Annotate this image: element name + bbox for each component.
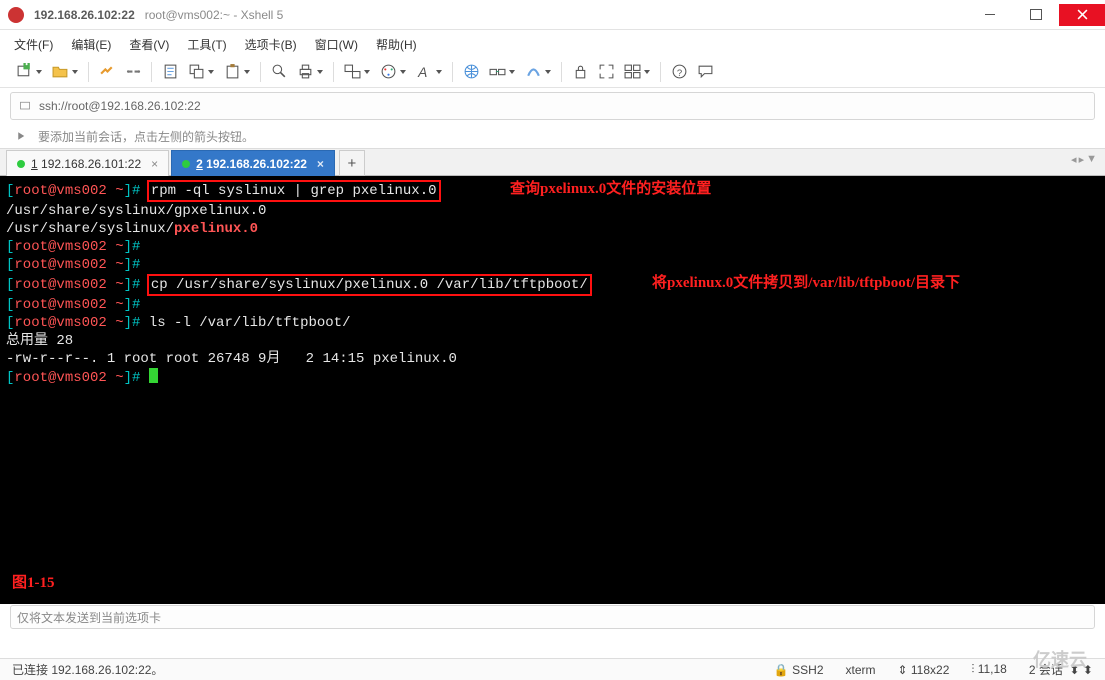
highlight-cmd-1: rpm -ql syslinux | grep pxelinux.0 [147, 180, 441, 202]
menu-help[interactable]: 帮助(H) [376, 36, 417, 53]
status-dot-icon [182, 160, 190, 168]
cursor-icon [149, 368, 158, 383]
send-placeholder: 仅将文本发送到当前选项卡 [17, 609, 161, 626]
close-tab-icon[interactable]: × [151, 157, 158, 171]
toolbar-divider [88, 62, 89, 82]
window-minimize-button[interactable] [967, 4, 1013, 26]
tab-label: 1 192.168.26.101:22 [31, 157, 141, 171]
terminal-output: /usr/share/syslinux/gpxelinux.0 [6, 202, 1099, 220]
toolbar-divider [660, 62, 661, 82]
properties-button[interactable] [158, 60, 182, 84]
lock-icon: 🔒 [774, 663, 789, 677]
menu-tabs[interactable]: 选项卡(B) [245, 36, 297, 53]
tunnel-button[interactable] [521, 60, 555, 84]
find-button[interactable] [267, 60, 291, 84]
toolbar-divider [151, 62, 152, 82]
address-text: ssh://root@192.168.26.102:22 [39, 99, 201, 113]
status-sessions: 2 会话 ⬍ ⬍ [1029, 661, 1093, 678]
screen-button[interactable] [340, 60, 374, 84]
status-dot-icon [17, 160, 25, 168]
terminal-output: /usr/share/syslinux/pxelinux.0 [6, 220, 1099, 238]
arrow-icon[interactable] [16, 130, 28, 142]
add-tab-button[interactable]: + [339, 150, 365, 176]
fullscreen-button[interactable] [594, 60, 618, 84]
menu-tools[interactable]: 工具(T) [187, 36, 226, 53]
hint-text: 要添加当前会话，点击左侧的箭头按钮。 [38, 128, 254, 145]
close-tab-icon[interactable]: × [317, 157, 324, 171]
tab-scroll-left-icon[interactable]: ◂ [1071, 153, 1077, 166]
status-bar: 已连接 192.168.26.102:22。 🔒 SSH2 xterm ⇕ 11… [0, 658, 1105, 680]
address-bar[interactable]: ssh://root@192.168.26.102:22 [10, 92, 1095, 120]
hint-bar: 要添加当前会话，点击左侧的箭头按钮。 [0, 124, 1105, 148]
disconnect-button[interactable] [121, 60, 145, 84]
tab-scroll-right-icon[interactable]: ▸ [1079, 153, 1085, 166]
open-session-button[interactable] [48, 60, 82, 84]
window-title-sub: root@vms002:~ - Xshell 5 [145, 8, 284, 22]
layout-button[interactable] [620, 60, 654, 84]
svg-text:A: A [417, 64, 427, 80]
menu-view[interactable]: 查看(V) [129, 36, 169, 53]
toolbar-divider [260, 62, 261, 82]
terminal-output: 总用量 28 [6, 332, 1099, 350]
window-close-button[interactable] [1059, 4, 1105, 26]
tab-menu-icon[interactable]: ▼ [1086, 153, 1097, 166]
ssh-icon [19, 100, 31, 112]
terminal-output: -rw-r--r--. 1 root root 26748 9月 2 14:15… [6, 350, 1099, 368]
terminal[interactable]: [root@vms002 ~]# rpm -ql syslinux | grep… [0, 176, 1105, 604]
session-tabs: 1 192.168.26.101:22 × 2 192.168.26.102:2… [0, 148, 1105, 176]
window-titlebar: 192.168.26.102:22 root@vms002:~ - Xshell… [0, 0, 1105, 30]
status-size: ⇕ 118x22 [898, 663, 950, 677]
status-ssh: 🔒 SSH2 [774, 663, 824, 677]
paste-button[interactable] [220, 60, 254, 84]
tab-label: 2 192.168.26.102:22 [196, 157, 307, 171]
toolbar-divider [561, 62, 562, 82]
highlight-cmd-2: cp /usr/share/syslinux/pxelinux.0 /var/l… [147, 274, 592, 296]
menu-edit[interactable]: 编辑(E) [71, 36, 111, 53]
menu-window[interactable]: 窗口(W) [315, 36, 358, 53]
annotation-2: 将pxelinux.0文件拷贝到/var/lib/tftpboot/目录下 [652, 274, 960, 292]
font-button[interactable]: A [412, 60, 446, 84]
toolbar: A ? [0, 58, 1105, 88]
chat-button[interactable] [693, 60, 717, 84]
copy-button[interactable] [184, 60, 218, 84]
send-input[interactable]: 仅将文本发送到当前选项卡 [10, 605, 1095, 629]
toolbar-divider [452, 62, 453, 82]
tab-session-1[interactable]: 1 192.168.26.101:22 × [6, 150, 169, 176]
status-term: xterm [846, 663, 876, 677]
status-cursor: ⫶ 11,18 [971, 662, 1006, 677]
menu-bar: 文件(F) 编辑(E) 查看(V) 工具(T) 选项卡(B) 窗口(W) 帮助(… [0, 30, 1105, 58]
globe-button[interactable] [459, 60, 483, 84]
print-button[interactable] [293, 60, 327, 84]
window-maximize-button[interactable] [1013, 4, 1059, 26]
lock-button[interactable] [568, 60, 592, 84]
status-connection: 已连接 192.168.26.102:22。 [12, 661, 752, 678]
color-button[interactable] [376, 60, 410, 84]
app-icon [8, 7, 24, 23]
transfer-button[interactable] [485, 60, 519, 84]
svg-text:?: ? [676, 68, 681, 79]
help-button[interactable]: ? [667, 60, 691, 84]
toolbar-divider [333, 62, 334, 82]
menu-file[interactable]: 文件(F) [14, 36, 53, 53]
connect-button[interactable] [95, 60, 119, 84]
tab-session-2[interactable]: 2 192.168.26.102:22 × [171, 150, 335, 176]
new-session-button[interactable] [12, 60, 46, 84]
figure-label: 图1-15 [12, 574, 55, 592]
annotation-1: 查询pxelinux.0文件的安装位置 [510, 180, 711, 198]
window-title-main: 192.168.26.102:22 [34, 8, 135, 22]
